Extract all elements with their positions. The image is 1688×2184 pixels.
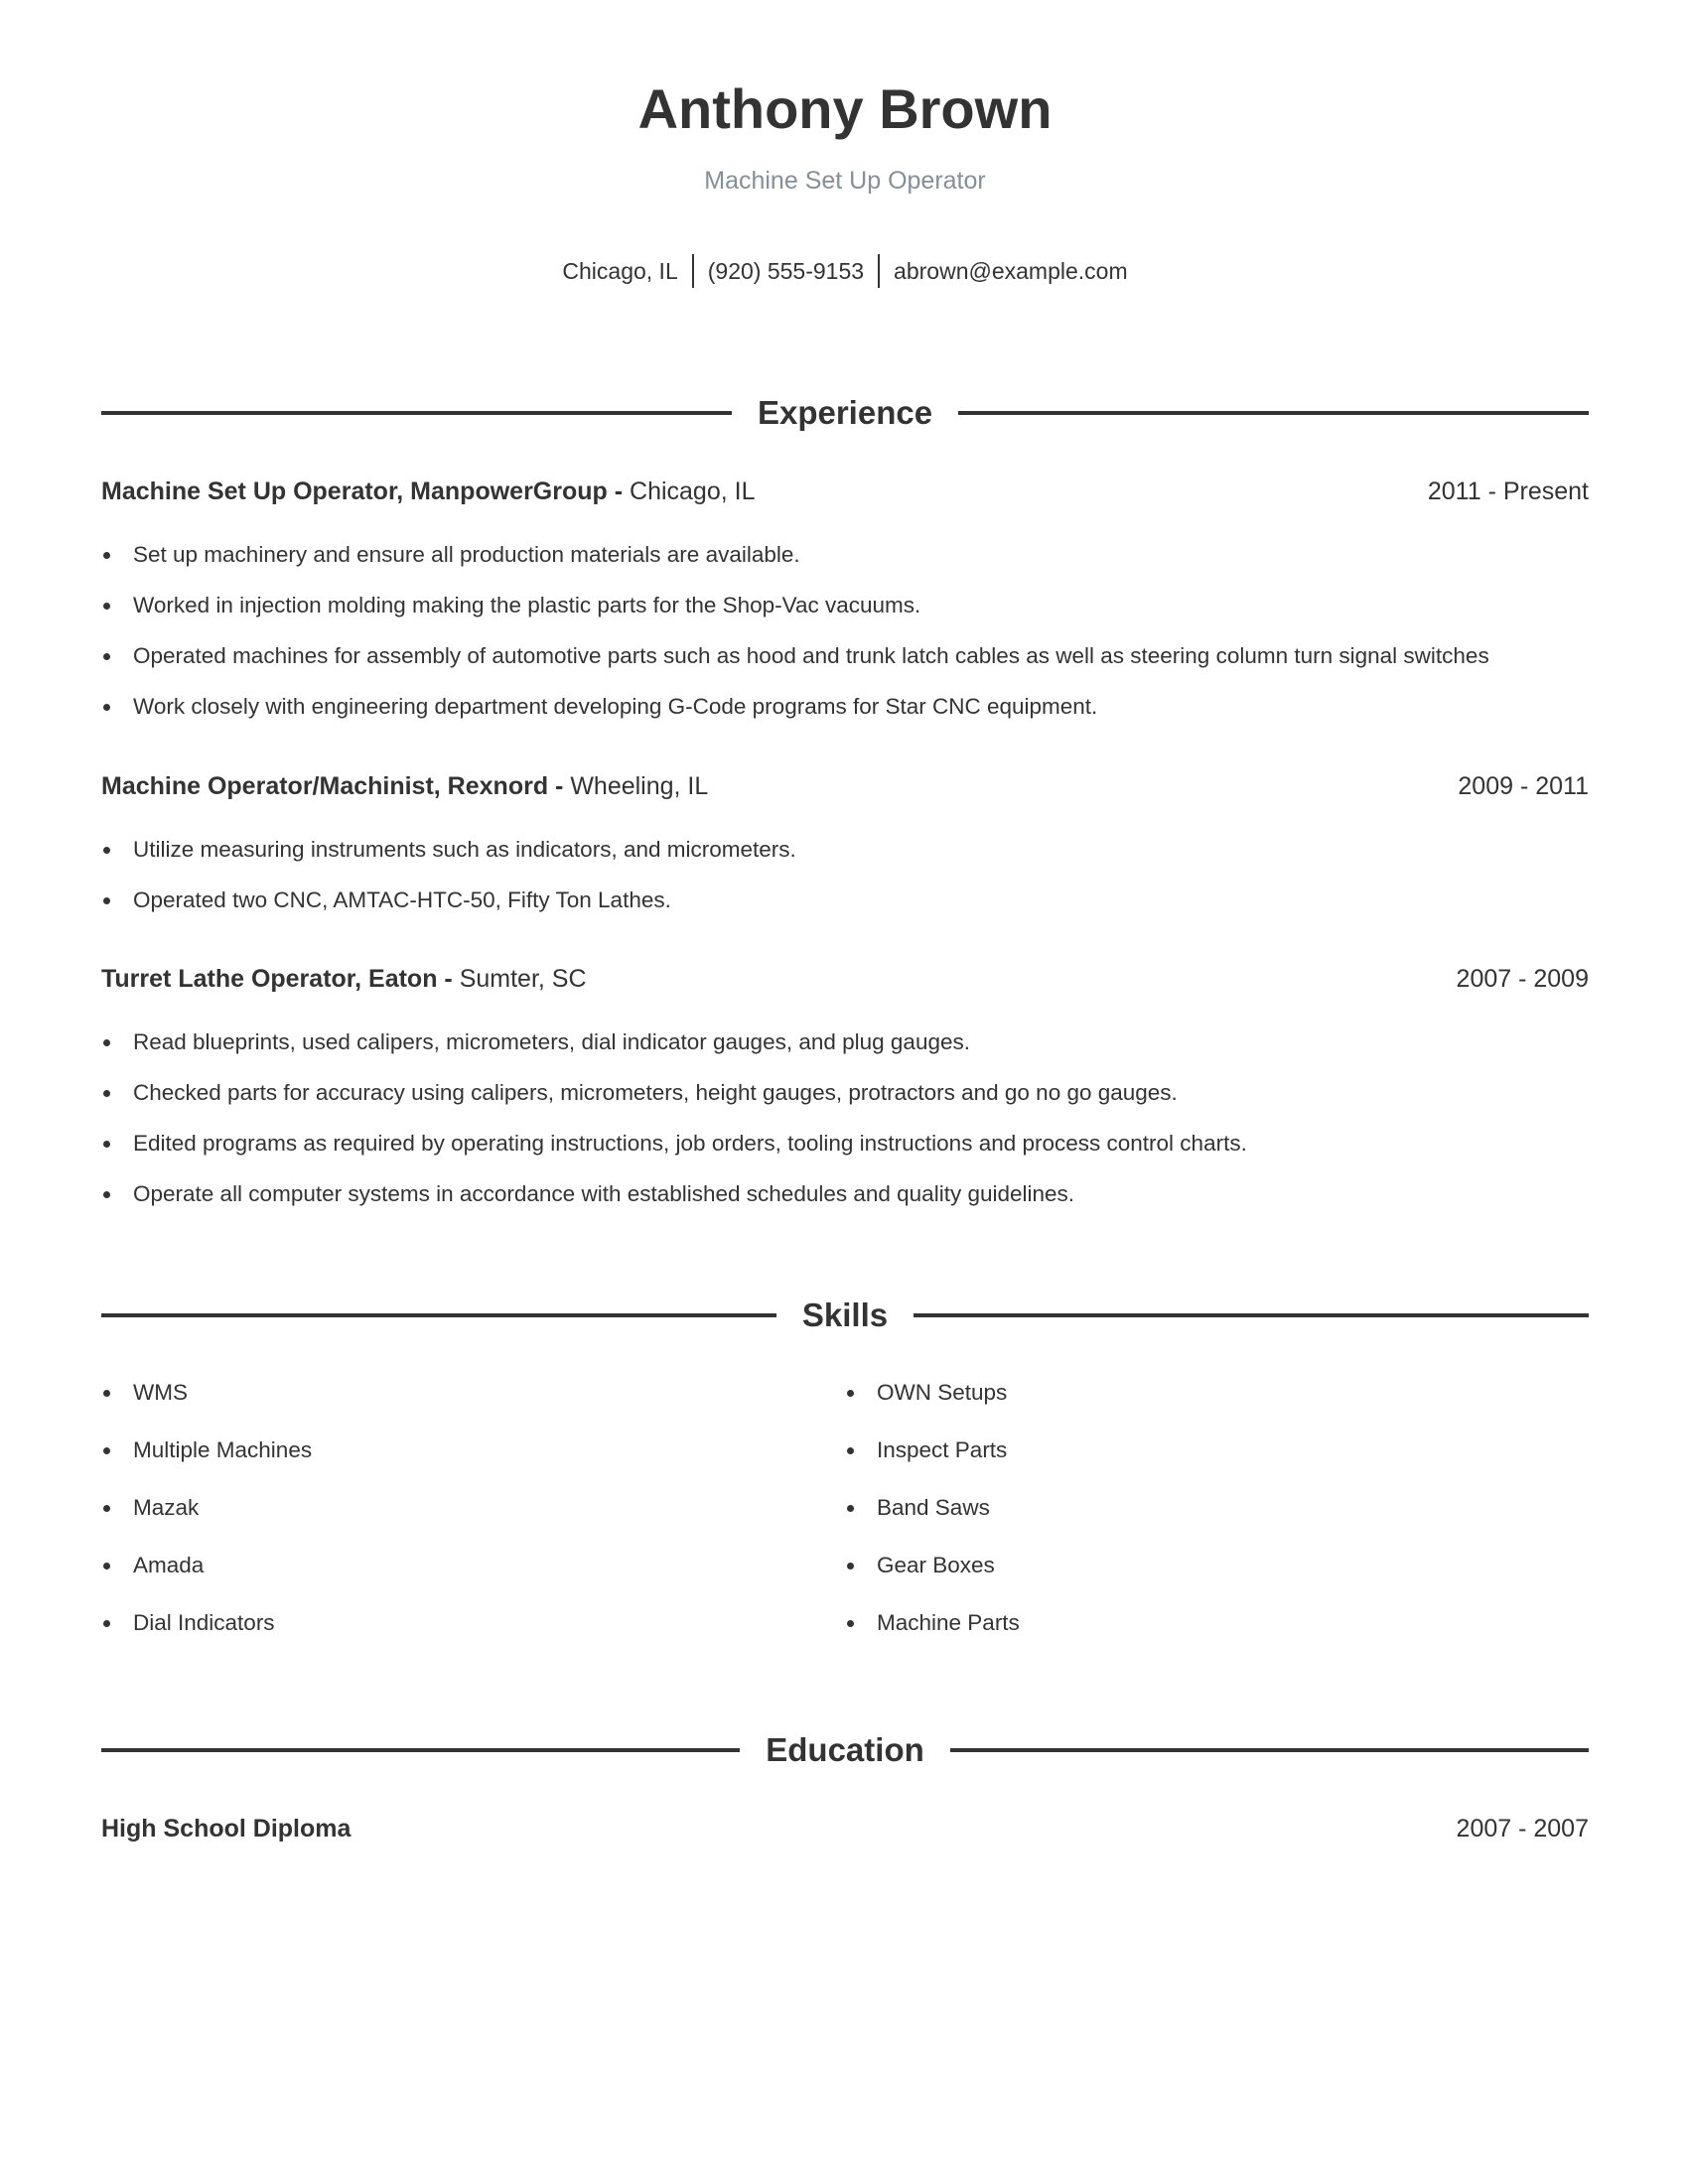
job-header: Machine Operator/Machinist, Rexnord - Wh… [101, 771, 1589, 801]
contact-phone[interactable]: (920) 555-9153 [708, 255, 864, 287]
job-location: Wheeling, IL [570, 772, 709, 800]
experience-heading: Experience [757, 394, 933, 431]
education-section-header: Education [101, 1731, 1590, 1768]
skill-item: Inspect Parts [845, 1435, 1540, 1493]
job-header: Turret Lathe Operator, Eaton - Sumter, S… [101, 964, 1589, 994]
skills-list-left: WMS Multiple Machines Mazak Amada Dial I… [101, 1378, 796, 1666]
contact-location: Chicago, IL [562, 258, 678, 284]
job-bullets: Utilize measuring instruments such as in… [101, 835, 1589, 936]
candidate-title: Machine Set Up Operator [704, 167, 986, 195]
contact-separator [878, 254, 881, 288]
skills-heading: Skills [801, 1297, 889, 1333]
education-entry: High School Diploma 2007 - 2007 [101, 1814, 1589, 1843]
skill-item: OWN Setups [845, 1378, 1540, 1435]
bullet-item: Operated machines for assembly of automo… [101, 641, 1589, 692]
education-degree: High School Diploma [101, 1815, 352, 1843]
candidate-name: Anthony Brown [637, 77, 1053, 140]
contact-info: Chicago, IL (920) 555-9153 abrown@exampl… [101, 254, 1589, 288]
bullet-item: Edited programs as required by operating… [101, 1129, 1589, 1179]
job-bullets: Read blueprints, used calipers, micromet… [101, 1027, 1589, 1230]
job-dates: 2011 - Present [1427, 478, 1589, 505]
bullet-item: Operated two CNC, AMTAC-HTC-50, Fifty To… [101, 886, 1589, 936]
bullet-item: Worked in injection molding making the p… [101, 591, 1589, 641]
contact-separator [691, 254, 694, 288]
section-rule-left [101, 410, 732, 415]
bullet-item: Checked parts for accuracy using caliper… [101, 1078, 1589, 1129]
skills-section-header: Skills [101, 1297, 1590, 1333]
job-header: Machine Set Up Operator, ManpowerGroup -… [101, 477, 1589, 506]
skill-item: Gear Boxes [845, 1551, 1540, 1608]
section-rule-right [958, 410, 1590, 415]
skills-list-right: OWN Setups Inspect Parts Band Saws Gear … [845, 1378, 1540, 1666]
bullet-item: Utilize measuring instruments such as in… [101, 835, 1589, 886]
section-rule-right [949, 1747, 1590, 1752]
contact-email[interactable]: abrown@example.com [894, 255, 1128, 287]
job-location: Chicago, IL [630, 478, 756, 505]
job-dates: 2009 - 2011 [1458, 772, 1589, 800]
skill-item: Amada [101, 1551, 796, 1608]
job-location: Sumter, SC [459, 965, 587, 993]
section-rule-left [101, 1747, 741, 1752]
experience-section-header: Experience [101, 394, 1590, 431]
bullet-item: Operate all computer systems in accordan… [101, 1179, 1589, 1230]
bullet-item: Read blueprints, used calipers, micromet… [101, 1027, 1589, 1078]
bullet-item: Set up machinery and ensure all producti… [101, 540, 1589, 591]
education-dates: 2007 - 2007 [1456, 1815, 1589, 1843]
section-rule-left [101, 1312, 776, 1317]
job-role: Machine Set Up Operator, ManpowerGroup - [101, 478, 624, 505]
education-heading: Education [766, 1731, 924, 1768]
job-bullets: Set up machinery and ensure all producti… [101, 540, 1589, 743]
skill-item: Multiple Machines [101, 1435, 796, 1493]
skill-item: Mazak [101, 1493, 796, 1551]
skill-item: Dial Indicators [101, 1608, 796, 1666]
job-role: Turret Lathe Operator, Eaton - [101, 965, 453, 993]
job-dates: 2007 - 2009 [1456, 965, 1589, 993]
section-rule-right [914, 1312, 1590, 1317]
job-role: Machine Operator/Machinist, Rexnord - [101, 772, 564, 800]
skill-item: Band Saws [845, 1493, 1540, 1551]
skill-item: WMS [101, 1378, 796, 1435]
skill-item: Machine Parts [845, 1608, 1540, 1666]
bullet-item: Work closely with engineering department… [101, 692, 1589, 743]
